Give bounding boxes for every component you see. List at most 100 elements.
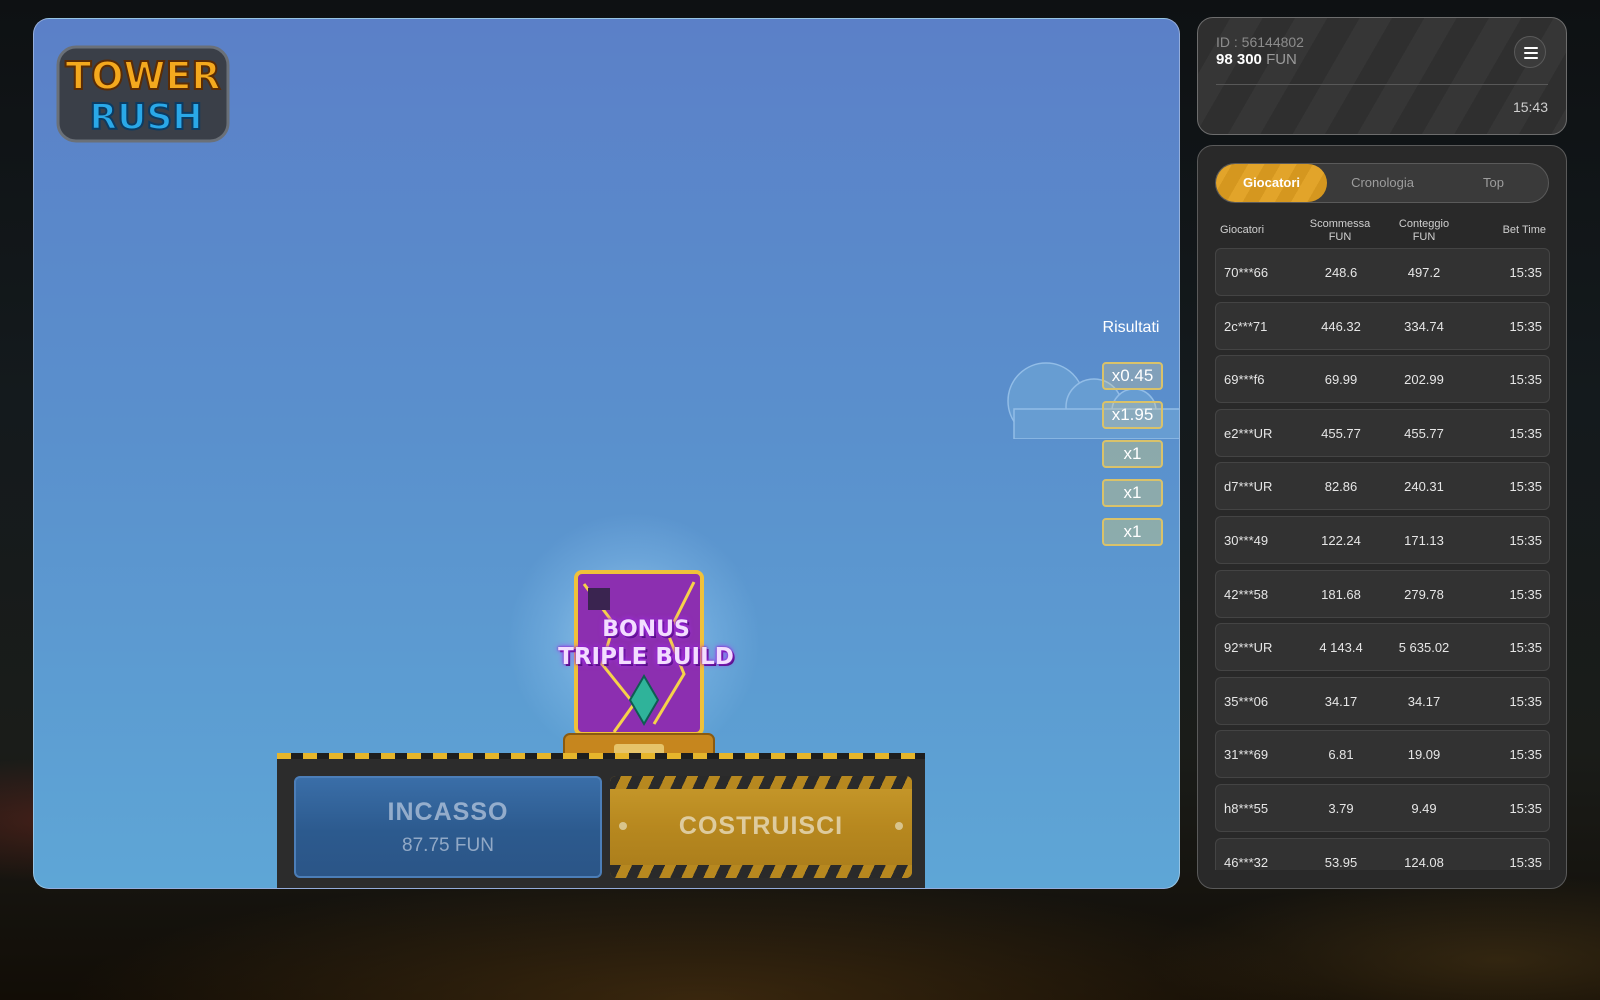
player-time: 15:35: [1509, 586, 1542, 602]
bonus-subtitle: TRIPLE BUILD: [558, 644, 734, 670]
game-area: TOWER RUSH Risultati x0.45 x1.95 x1 x1 x…: [33, 18, 1180, 889]
hazard-stripe: [610, 865, 912, 878]
player-time: 15:35: [1509, 265, 1542, 280]
svg-text:TOWER: TOWER: [65, 54, 220, 98]
player-name: 70***66: [1224, 265, 1269, 280]
tab-top[interactable]: Top: [1438, 164, 1549, 202]
table-row: 70***66 248.6 497.2 15:35: [1215, 248, 1550, 296]
player-name: 92***UR: [1224, 640, 1273, 656]
player-win: 19.09: [1407, 747, 1441, 763]
player-time: 15:35: [1509, 854, 1542, 870]
column-header-player: Giocatori: [1220, 224, 1265, 236]
players-list[interactable]: 70***66 248.6 497.2 15:35 2c***71 446.32…: [1215, 248, 1550, 870]
player-name: d7***UR: [1224, 479, 1273, 495]
player-win: 202.99: [1404, 372, 1444, 388]
build-button[interactable]: COSTRUISCI: [610, 776, 912, 878]
player-name: 46***32: [1224, 854, 1269, 870]
table-row: 30***49 122.24 171.13 15:35: [1215, 516, 1550, 564]
player-bet: 82.86: [1324, 479, 1358, 495]
player-name: 30***49: [1224, 533, 1269, 548]
player-bet: 455.77: [1321, 425, 1361, 441]
result-multiplier: x1: [1102, 479, 1163, 507]
table-row: 92***UR 4 143.4 5 635.02 15:35: [1215, 623, 1550, 672]
player-win: 124.08: [1404, 854, 1444, 870]
player-time: 15:35: [1509, 747, 1542, 763]
player-name: 42***58: [1224, 586, 1269, 602]
table-row: 35***06 34.17 34.17 15:35: [1215, 676, 1550, 725]
player-name: h8***55: [1224, 801, 1269, 816]
player-bet: 4 143.4: [1319, 640, 1363, 656]
player-bet: 122.24: [1321, 533, 1361, 548]
result-multiplier: x1: [1102, 518, 1163, 546]
table-row: 31***69 6.81 19.09 15:35: [1215, 730, 1550, 779]
balance-currency: FUN: [1266, 51, 1297, 68]
cashout-button[interactable]: INCASSO 87.75 FUN: [294, 776, 602, 878]
player-win: 455.77: [1404, 425, 1444, 441]
result-multiplier: x0.45: [1102, 362, 1163, 390]
table-row: 69***f6 69.99 202.99 15:35: [1215, 355, 1550, 404]
bonus-title: BONUS: [602, 617, 690, 642]
result-multiplier: x1: [1102, 440, 1163, 468]
player-name: 31***69: [1224, 747, 1269, 763]
cashout-label: INCASSO: [387, 798, 509, 826]
hazard-stripe: [610, 776, 912, 789]
control-bar: INCASSO 87.75 FUN COSTRUISCI: [277, 753, 925, 888]
player-win: 279.78: [1404, 586, 1444, 602]
panel-tabs: Giocatori Cronologia Top: [1215, 163, 1549, 203]
player-time: 15:35: [1509, 372, 1542, 388]
player-time: 15:35: [1509, 318, 1542, 334]
player-bet: 3.79: [1328, 801, 1354, 816]
player-bet: 248.6: [1324, 265, 1358, 280]
table-row: d7***UR 82.86 240.31 15:35: [1215, 462, 1550, 511]
table-row: 42***58 181.68 279.78 15:35: [1215, 569, 1550, 618]
account-card: ID : 56144802 98 300 FUN 15:43: [1197, 17, 1567, 135]
player-time: 15:35: [1509, 425, 1542, 441]
player-win: 497.2: [1407, 265, 1441, 280]
column-header-win-line1: Conteggio: [1398, 218, 1450, 230]
hamburger-icon: [1524, 57, 1538, 59]
column-header-bet-line2: FUN: [1328, 231, 1352, 243]
player-win: 240.31: [1404, 479, 1444, 495]
player-bet: 446.32: [1321, 318, 1361, 334]
player-bet: 181.68: [1321, 586, 1361, 602]
account-balance: 98 300 FUN: [1216, 51, 1297, 68]
player-win: 171.13: [1404, 533, 1444, 548]
results-label: Risultati: [1102, 319, 1160, 336]
clock-time: 15:43: [1512, 99, 1548, 115]
column-header-bet: Scommessa FUN: [1303, 218, 1377, 244]
player-name: 69***f6: [1224, 372, 1265, 388]
hamburger-icon: [1524, 52, 1538, 54]
player-bet: 34.17: [1324, 693, 1358, 709]
column-header-win-line2: FUN: [1412, 231, 1436, 243]
player-name: e2***UR: [1224, 425, 1273, 441]
player-win: 9.49: [1411, 801, 1437, 816]
hamburger-icon: [1524, 47, 1538, 49]
menu-button[interactable]: [1514, 36, 1546, 68]
table-row: e2***UR 455.77 455.77 15:35: [1215, 408, 1550, 457]
tab-history[interactable]: Cronologia: [1327, 164, 1438, 202]
build-label: COSTRUISCI: [678, 812, 844, 840]
player-time: 15:35: [1509, 479, 1542, 495]
result-multiplier: x1.95: [1102, 401, 1163, 429]
column-header-bet-line1: Scommessa: [1309, 218, 1371, 230]
tab-players[interactable]: Giocatori: [1216, 164, 1327, 202]
svg-text:RUSH: RUSH: [89, 97, 202, 138]
player-bet: 6.81: [1328, 747, 1354, 763]
player-time: 15:35: [1509, 640, 1542, 656]
player-time: 15:35: [1509, 533, 1542, 548]
cashout-currency: FUN: [454, 835, 494, 856]
cashout-value: 87.75: [402, 835, 450, 856]
column-header-win: Conteggio FUN: [1387, 218, 1461, 244]
table-row: 46***32 53.95 124.08 15:35: [1215, 837, 1550, 870]
tower-rush-logo: TOWER RUSH: [56, 45, 230, 143]
account-id: ID : 56144802: [1216, 34, 1304, 50]
cashout-amount: 87.75 FUN: [296, 835, 600, 857]
player-name: 35***06: [1224, 693, 1269, 709]
player-time: 15:35: [1509, 693, 1542, 709]
table-row: h8***55 3.79 9.49 15:35: [1215, 784, 1550, 832]
player-bet: 69.99: [1324, 372, 1358, 388]
player-name: 2c***71: [1224, 318, 1268, 334]
table-row: 2c***71 446.32 334.74 15:35: [1215, 301, 1550, 350]
balance-value: 98 300: [1216, 51, 1262, 68]
player-win: 5 635.02: [1398, 640, 1450, 656]
